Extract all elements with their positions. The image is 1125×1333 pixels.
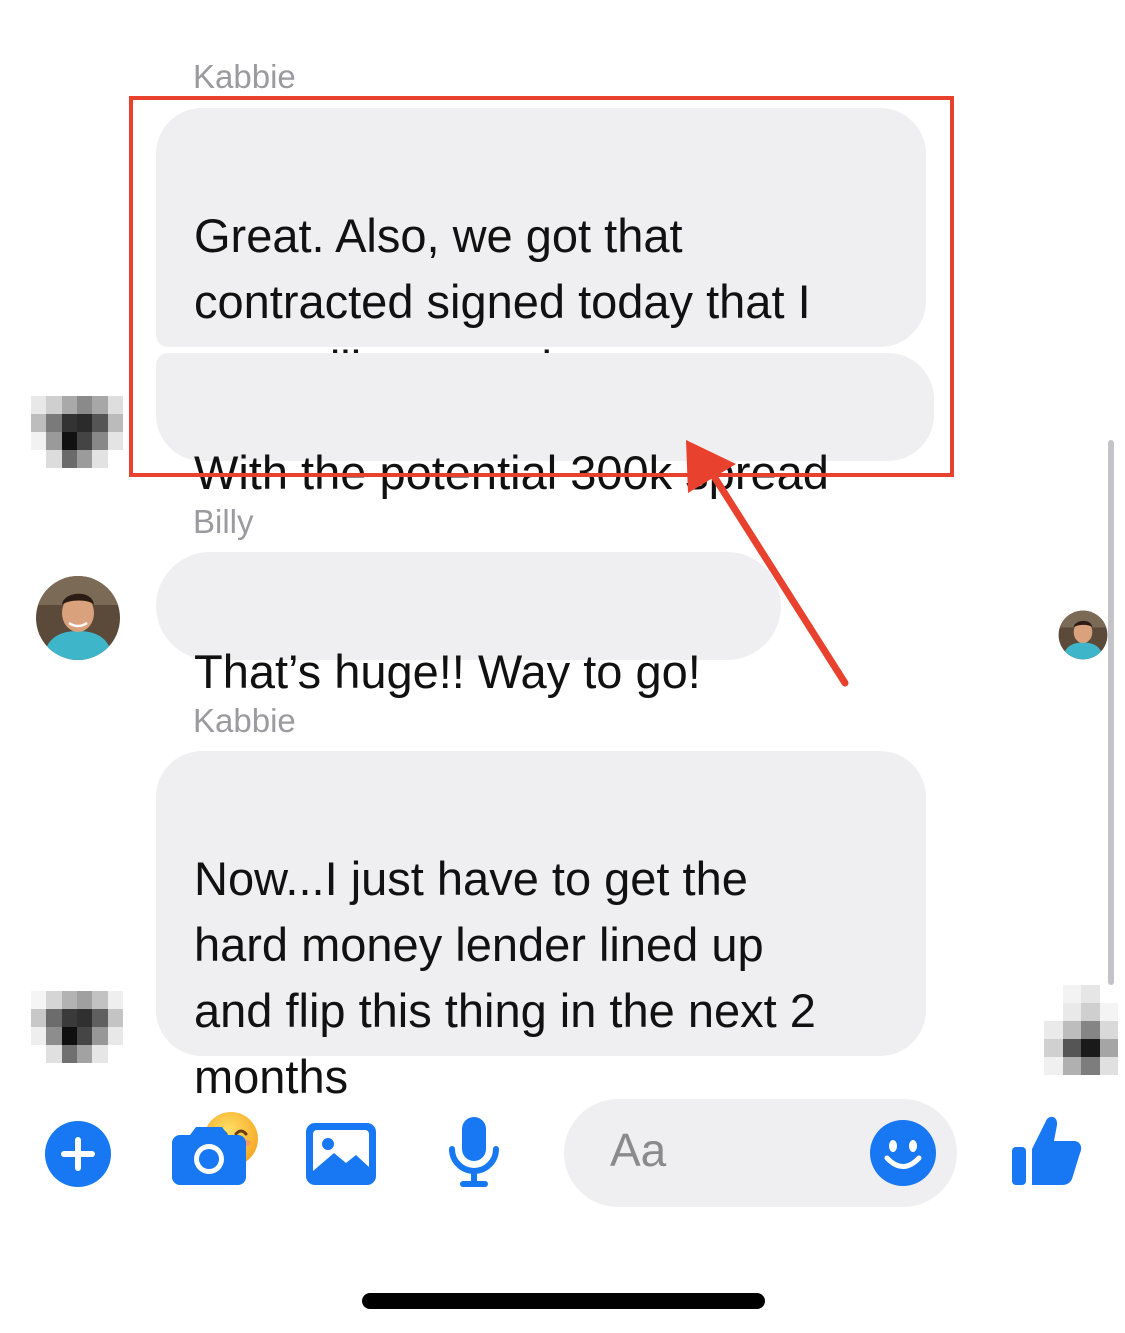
read-receipt-avatar-billy [1058,610,1108,660]
camera-icon[interactable] [172,1123,246,1185]
sender-name-kabbie: Kabbie [193,702,296,739]
message-text: That’s huge!! Way to go! [194,645,701,698]
plus-icon[interactable] [44,1120,112,1188]
message-input[interactable]: Aa [564,1099,957,1207]
message-bubble[interactable]: That’s huge!! Way to go! [156,552,781,698]
message-bubble[interactable]: Now...I just have to get the hard money … [156,751,926,1166]
avatar-pixelated[interactable] [31,396,123,468]
gallery-icon[interactable] [306,1123,376,1185]
sender-name-kabbie: Kabbie [193,58,296,95]
messenger-thread: Kabbie Great. Also, we got that contract… [0,0,1125,1333]
message-text: Now...I just have to get the hard money … [194,852,816,1103]
read-receipt-pixelated [1044,985,1118,1075]
thumbs-up-icon[interactable] [1012,1113,1082,1187]
emoji-icon[interactable] [869,1119,937,1187]
message-input-placeholder: Aa [610,1124,667,1176]
microphone-icon[interactable] [446,1117,502,1189]
avatar-billy[interactable] [35,575,121,661]
highlight-box [129,96,954,477]
home-indicator[interactable] [362,1293,765,1309]
scrollbar[interactable] [1108,440,1114,985]
sender-name-billy: Billy [193,503,254,540]
avatar-pixelated[interactable] [31,991,123,1063]
